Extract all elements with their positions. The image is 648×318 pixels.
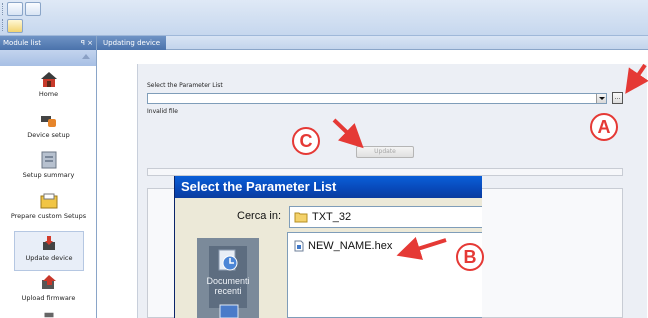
look-in-value: TXT_32 (312, 211, 352, 223)
setup-summary-icon (41, 151, 56, 169)
sidebar-item-home[interactable]: Home (0, 68, 97, 108)
callout-a: A (590, 113, 618, 141)
file-list: NEW_NAME.hex (287, 232, 482, 318)
invalid-file-text: Invalid file (147, 108, 178, 115)
sidebar-item-label: Home (38, 90, 59, 98)
sidebar-item-device-setup[interactable]: Device setup (0, 109, 97, 149)
dialog-title: Select the Parameter List (175, 176, 482, 198)
upload-firmware-icon (41, 275, 56, 289)
help-icon[interactable] (7, 19, 23, 33)
sidebar-item-label: Device setup (27, 131, 70, 139)
sidebar-item-label: Prepare custom Setups (10, 212, 87, 220)
desktop-icon[interactable] (219, 304, 239, 318)
recent-documents-icon (218, 249, 238, 271)
sidebar-item-prepare-setups[interactable]: Prepare custom Setups (0, 190, 97, 230)
chevron-down-icon[interactable] (596, 94, 606, 103)
sidebar-item-label: Update device (25, 254, 73, 262)
select-parameter-dialog: Select the Parameter List Cerca in: TXT_… (174, 176, 482, 318)
folder-icon (294, 212, 308, 223)
parameter-list-combobox[interactable] (147, 93, 607, 104)
document-tabs: Updating device (97, 36, 648, 50)
toolbar-grip (2, 19, 4, 31)
module-list-header: Module list ꟼ × (0, 36, 96, 50)
module-list-scroll-band[interactable] (0, 50, 96, 66)
toolbar (0, 0, 648, 36)
prepare-setups-icon (40, 193, 57, 209)
progress-bar (147, 168, 623, 176)
callout-c: C (292, 127, 320, 155)
sidebar-item-label: Upload firmware (21, 294, 76, 302)
callout-b: B (456, 243, 484, 271)
sidebar-item-upload-firmware[interactable]: Upload firmware (0, 272, 97, 312)
look-in-dropdown[interactable]: TXT_32 (289, 206, 482, 228)
module-list-panel: Module list ꟼ × Home Device setup Setup … (0, 36, 97, 318)
sidebar-item-partial (0, 312, 97, 318)
sidebar-item-update-device[interactable]: Update device (14, 231, 84, 271)
module-list-title: Module list (3, 39, 41, 47)
update-device-icon (43, 236, 55, 250)
sidebar-item-setup-summary[interactable]: Setup summary (0, 149, 97, 189)
toolbar-grip (2, 3, 4, 15)
tab-updating-device[interactable]: Updating device (97, 36, 167, 50)
file-name: NEW_NAME.hex (308, 240, 393, 252)
select-parameter-label: Select the Parameter List (147, 82, 223, 89)
look-in-label: Cerca in: (237, 210, 282, 222)
sidebar-item-label: Setup summary (22, 171, 75, 179)
places-bar: Documenti recenti (197, 238, 259, 318)
browse-button[interactable]: ... (612, 92, 623, 104)
refresh-icon[interactable] (7, 2, 23, 16)
module-list-controls[interactable]: ꟼ × (81, 36, 93, 50)
file-item[interactable]: NEW_NAME.hex (294, 239, 392, 253)
home-icon (40, 72, 57, 87)
update-button[interactable]: Update (356, 146, 414, 158)
next-item-icon (44, 312, 53, 318)
places-label: Documenti recenti (206, 276, 250, 296)
save-icon[interactable] (25, 2, 41, 16)
scroll-up-icon[interactable] (82, 54, 90, 59)
file-icon (294, 240, 304, 252)
device-setup-icon (40, 116, 56, 127)
